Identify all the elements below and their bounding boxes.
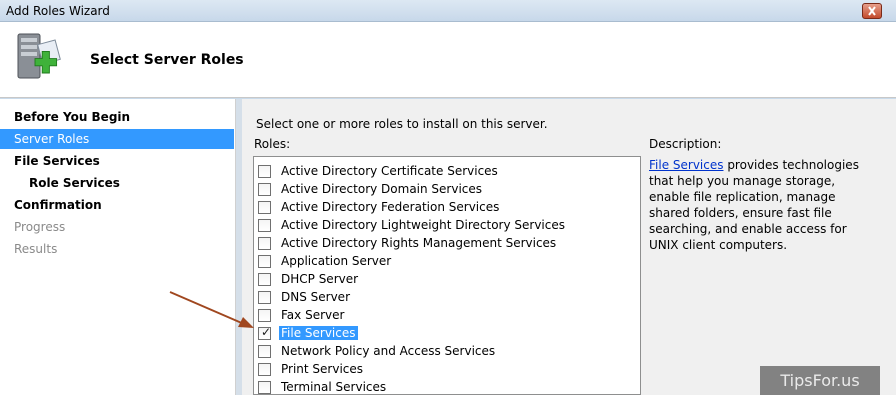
- role-checkbox[interactable]: [258, 218, 271, 232]
- role-label[interactable]: File Services: [279, 326, 358, 340]
- main-content: Select one or more roles to install on t…: [242, 99, 896, 395]
- role-checkbox[interactable]: [258, 362, 271, 376]
- checkmark-icon: ✓: [261, 324, 272, 339]
- role-checkbox[interactable]: [258, 344, 271, 358]
- role-checkbox[interactable]: [258, 254, 271, 268]
- wizard-header: Select Server Roles: [0, 22, 896, 98]
- role-checkbox[interactable]: [258, 290, 271, 304]
- nav-item-results: Results: [14, 242, 58, 256]
- role-checkbox[interactable]: [258, 380, 271, 394]
- role-checkbox[interactable]: [258, 308, 271, 322]
- nav-item-progress: Progress: [14, 220, 66, 234]
- role-label[interactable]: Active Directory Rights Management Servi…: [279, 236, 558, 250]
- role-checkbox[interactable]: [258, 236, 271, 250]
- role-label[interactable]: Print Services: [279, 362, 365, 376]
- nav-item-before-you-begin[interactable]: Before You Begin: [0, 107, 234, 127]
- description-link[interactable]: File Services: [649, 158, 724, 172]
- roles-label: Roles:: [254, 137, 291, 151]
- role-item[interactable]: Application Server: [258, 252, 393, 270]
- role-item[interactable]: ✓ File Services: [258, 324, 358, 342]
- title-bar: Add Roles Wizard: [0, 0, 896, 22]
- role-checkbox[interactable]: [258, 200, 271, 214]
- role-label[interactable]: Terminal Services: [279, 380, 388, 394]
- close-button[interactable]: [862, 3, 882, 19]
- role-label[interactable]: DNS Server: [279, 290, 352, 304]
- roles-list[interactable]: Active Directory Certificate Services Act…: [253, 156, 641, 395]
- role-item[interactable]: Active Directory Domain Services: [258, 180, 484, 198]
- server-add-icon: [17, 33, 61, 79]
- description-label: Description:: [649, 137, 722, 151]
- role-label[interactable]: Fax Server: [279, 308, 346, 322]
- nav-item-confirmation[interactable]: Confirmation: [0, 195, 234, 215]
- description-text: File Services provides technologies that…: [649, 157, 867, 253]
- role-label[interactable]: Active Directory Lightweight Directory S…: [279, 218, 567, 232]
- page-title: Select Server Roles: [90, 52, 244, 68]
- description-body: provides technologies that help you mana…: [649, 158, 859, 252]
- watermark: TipsFor.us: [760, 366, 880, 395]
- role-label[interactable]: Application Server: [279, 254, 393, 268]
- wizard-navigation: Before You Begin Server Roles File Service…: [0, 99, 236, 395]
- role-label[interactable]: DHCP Server: [279, 272, 360, 286]
- role-item[interactable]: Print Services: [258, 360, 365, 378]
- nav-item-file-services[interactable]: File Services: [0, 151, 234, 171]
- role-item[interactable]: Fax Server: [258, 306, 346, 324]
- role-item[interactable]: Network Policy and Access Services: [258, 342, 497, 360]
- role-checkbox[interactable]: [258, 182, 271, 196]
- role-item[interactable]: Active Directory Federation Services: [258, 198, 501, 216]
- role-label[interactable]: Network Policy and Access Services: [279, 344, 497, 358]
- role-label[interactable]: Active Directory Certificate Services: [279, 164, 500, 178]
- role-label[interactable]: Active Directory Federation Services: [279, 200, 501, 214]
- role-item[interactable]: DNS Server: [258, 288, 352, 306]
- role-item[interactable]: Active Directory Lightweight Directory S…: [258, 216, 567, 234]
- role-item[interactable]: Active Directory Certificate Services: [258, 162, 500, 180]
- role-item[interactable]: Active Directory Rights Management Servi…: [258, 234, 558, 252]
- instruction-text: Select one or more roles to install on t…: [256, 117, 548, 131]
- role-label[interactable]: Active Directory Domain Services: [279, 182, 484, 196]
- window-title: Add Roles Wizard: [6, 4, 110, 18]
- nav-item-server-roles[interactable]: Server Roles: [0, 129, 234, 149]
- role-item[interactable]: Terminal Services: [258, 378, 388, 394]
- role-checkbox[interactable]: ✓: [258, 324, 272, 340]
- close-icon: [868, 6, 876, 16]
- nav-item-role-services[interactable]: Role Services: [0, 173, 234, 193]
- role-checkbox[interactable]: [258, 164, 271, 178]
- role-item[interactable]: DHCP Server: [258, 270, 360, 288]
- role-checkbox[interactable]: [258, 272, 271, 286]
